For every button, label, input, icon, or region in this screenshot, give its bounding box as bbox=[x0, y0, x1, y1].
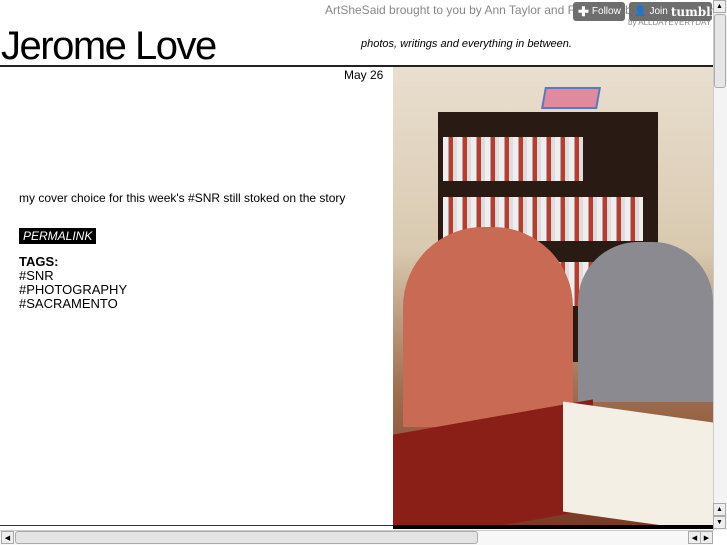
scroll-right-arrow-icon[interactable]: ▶ bbox=[700, 531, 713, 544]
tag-link[interactable]: #SNR bbox=[19, 269, 127, 283]
follow-button[interactable]: ✚ Follow bbox=[573, 2, 625, 21]
footer-divider bbox=[0, 525, 393, 526]
join-tumblr-button[interactable]: 👤 Join tumblr. bbox=[629, 2, 720, 21]
blog-title[interactable]: Jerome Love bbox=[1, 24, 217, 68]
tag-link[interactable]: #PHOTOGRAPHY bbox=[19, 283, 127, 297]
blog-tagline: photos, writings and everything in betwe… bbox=[361, 38, 572, 50]
tags-heading: TAGS: bbox=[19, 254, 59, 269]
scroll-left-arrow-icon[interactable]: ◀ bbox=[1, 531, 14, 544]
sign bbox=[541, 87, 601, 109]
horizontal-scroll-thumb[interactable] bbox=[15, 531, 478, 544]
user-icon: 👤 bbox=[634, 6, 647, 17]
post-tags: TAGS: #SNR #PHOTOGRAPHY #SACRAMENTO bbox=[19, 255, 127, 311]
woman-figure bbox=[578, 242, 713, 402]
plus-icon: ✚ bbox=[578, 3, 589, 19]
scroll-up-arrow-icon[interactable]: ▲ bbox=[713, 503, 726, 516]
man-figure bbox=[403, 227, 573, 427]
tag-link[interactable]: #SACRAMENTO bbox=[19, 297, 127, 311]
photo-border bbox=[393, 525, 713, 529]
post-photo[interactable] bbox=[393, 67, 713, 525]
vertical-scroll-thumb[interactable] bbox=[714, 14, 726, 88]
book bbox=[563, 401, 713, 525]
scroll-down-arrow-icon[interactable]: ▼ bbox=[713, 516, 726, 529]
post-date: May 26 bbox=[344, 68, 384, 82]
scroll-up-arrow-icon[interactable]: ▲ bbox=[713, 0, 726, 13]
permalink-link[interactable]: PERMALINK bbox=[19, 228, 97, 244]
post-caption: my cover choice for this week's #SNR sti… bbox=[19, 191, 346, 205]
